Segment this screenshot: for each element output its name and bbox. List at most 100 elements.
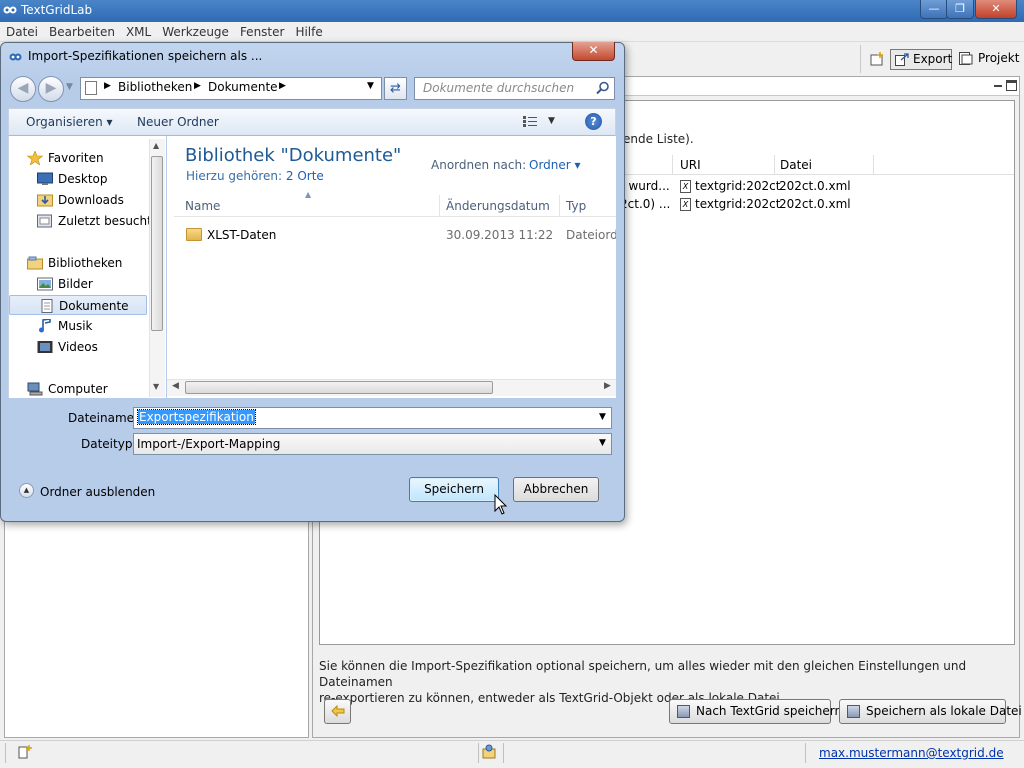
nav-label: Dokumente (59, 299, 129, 313)
xml-file-icon: X (680, 180, 691, 193)
address-history-dropdown-icon[interactable]: ▼ (367, 81, 374, 91)
info-line-1: Sie können die Import-Spezifikation opti… (319, 659, 967, 689)
view-options-dropdown-icon[interactable]: ▼ (548, 116, 555, 126)
menu-fenster[interactable]: Fenster (234, 22, 290, 39)
back-arrow-icon (330, 704, 344, 718)
dialog-title: Import-Spezifikationen speichern als ... (28, 49, 263, 63)
library-includes: Hierzu gehören: 2 Orte (186, 169, 324, 183)
perspective-export-button[interactable]: Export (890, 49, 952, 70)
table-cell-datei: 202ct.0.xml (779, 197, 851, 211)
table-cell-partial: 2ct.0) ... (620, 197, 671, 211)
sort-ascending-icon: ▲ (305, 190, 312, 199)
list-hint-text: ende Liste). (623, 132, 694, 146)
column-header-datei[interactable]: Datei (780, 158, 812, 172)
collapse-up-icon[interactable]: ▲ (19, 483, 34, 498)
nav-item-dokumente[interactable]: Dokumente (9, 295, 147, 315)
open-perspective-icon[interactable] (870, 52, 884, 66)
save-button[interactable]: Speichern (409, 477, 499, 502)
back-button[interactable] (324, 699, 351, 724)
logged-in-user-link[interactable]: max.mustermann@textgrid.de (819, 746, 1004, 760)
breadcrumb-dokumente[interactable]: Dokumente (208, 80, 278, 94)
owl-logo-icon (3, 6, 17, 14)
library-includes-label: Hierzu gehören: (186, 169, 283, 183)
breadcrumb-arrow-icon[interactable]: ▶ (279, 81, 286, 91)
filename-label: Dateiname: (68, 411, 139, 425)
scroll-up-icon[interactable]: ▲ (153, 141, 159, 150)
menu-bar: Datei Bearbeiten XML Werkzeuge Fenster Hilfe (0, 22, 1024, 42)
perspective-projekt-button[interactable]: Projekt (958, 51, 1024, 68)
table-cell-partial: ) wurd... (620, 179, 670, 193)
music-icon (39, 319, 51, 333)
export-icon (895, 53, 909, 66)
new-view-icon[interactable] (17, 744, 33, 760)
nav-label: Computer (48, 382, 108, 396)
horizontal-scroll-thumb[interactable] (185, 381, 493, 394)
project-icon (959, 52, 973, 65)
dialog-owl-icon (9, 53, 22, 61)
cancel-button[interactable]: Abbrechen (513, 477, 599, 502)
breadcrumb-bibliotheken[interactable]: Bibliotheken (118, 80, 192, 94)
perspective-export-label: Export (913, 52, 953, 66)
scroll-down-icon[interactable]: ▼ (153, 382, 159, 391)
filetype-label: Dateityp: (81, 437, 137, 451)
new-folder-button[interactable]: Neuer Ordner (137, 115, 219, 129)
column-header-date[interactable]: Änderungsdatum (446, 199, 550, 213)
nav-item-favoriten[interactable]: Favoriten (27, 148, 167, 168)
minimize-button[interactable]: — (920, 0, 948, 19)
nav-label: Videos (58, 340, 98, 354)
column-header-type[interactable]: Typ (566, 199, 586, 213)
nav-pane-scroll-thumb[interactable] (151, 156, 163, 331)
sync-status-icon[interactable] (481, 744, 497, 760)
save-to-textgrid-label: Nach TextGrid speichern (696, 704, 843, 718)
minimize-view-icon[interactable] (993, 81, 1003, 91)
nav-label: Downloads (58, 193, 124, 207)
save-disk-icon (677, 705, 690, 718)
search-input[interactable]: Dokumente durchsuchen (414, 77, 615, 100)
nav-back-button[interactable]: ◀ (10, 76, 36, 102)
desktop-icon (37, 172, 53, 185)
close-button[interactable]: ✕ (975, 0, 1017, 19)
folder-name: XLST-Daten (207, 228, 277, 242)
recent-locations-dropdown-icon[interactable]: ▼ (66, 82, 73, 92)
libraries-icon (27, 256, 43, 270)
filename-dropdown-icon[interactable]: ▼ (599, 412, 606, 422)
maximize-view-icon[interactable] (1006, 80, 1017, 91)
menu-werkzeuge[interactable]: Werkzeuge (156, 22, 234, 39)
app-title: TextGridLab (21, 3, 93, 17)
column-header-uri[interactable]: URI (680, 158, 701, 172)
refresh-button[interactable]: ⇄ (384, 77, 407, 100)
filename-value[interactable]: Exportspezifikation (137, 409, 256, 425)
column-header-name[interactable]: Name (185, 199, 220, 213)
menu-bearbeiten[interactable]: Bearbeiten (43, 22, 120, 39)
change-view-icon[interactable] (523, 116, 537, 127)
save-to-textgrid-button[interactable]: Nach TextGrid speichern (669, 699, 842, 724)
dialog-close-button[interactable]: ✕ (572, 42, 615, 61)
breadcrumb-arrow-icon[interactable]: ▶ (194, 81, 201, 91)
save-local-file-button[interactable]: Speichern als lokale Datei (839, 699, 1022, 724)
downloads-icon (37, 194, 53, 207)
menu-xml[interactable]: XML (120, 22, 156, 39)
help-icon[interactable]: ? (585, 113, 602, 130)
organize-menu-button[interactable]: Organisieren ▾ (26, 115, 113, 129)
breadcrumb-arrow-icon[interactable]: ▶ (104, 81, 111, 91)
library-locations-link[interactable]: 2 Orte (286, 169, 324, 183)
folder-icon (186, 228, 202, 241)
forward-arrow-icon: ▶ (45, 80, 57, 96)
nav-item-bibliotheken[interactable]: Bibliotheken (27, 253, 167, 273)
maximize-button[interactable]: ❐ (946, 0, 974, 19)
save-disk-icon (847, 705, 860, 718)
nav-item-computer[interactable]: Computer (27, 379, 167, 399)
menu-hilfe[interactable]: Hilfe (289, 22, 327, 39)
hide-folders-button[interactable]: Ordner ausblenden (40, 485, 155, 499)
arrange-by-dropdown[interactable]: Ordner ▾ (529, 158, 581, 172)
nav-forward-button[interactable]: ▶ (38, 76, 64, 102)
nav-label: Desktop (58, 172, 108, 186)
table-cell-uri: textgrid:202ct (695, 197, 781, 211)
scroll-right-icon[interactable]: ▶ (604, 381, 611, 391)
menu-datei[interactable]: Datei (0, 22, 43, 39)
table-cell-uri: textgrid:202ct (695, 179, 781, 193)
filetype-value: Import-/Export-Mapping (137, 437, 281, 451)
search-icon[interactable] (596, 81, 610, 95)
filetype-dropdown-icon[interactable]: ▼ (599, 438, 606, 448)
scroll-left-icon[interactable]: ◀ (172, 381, 179, 391)
